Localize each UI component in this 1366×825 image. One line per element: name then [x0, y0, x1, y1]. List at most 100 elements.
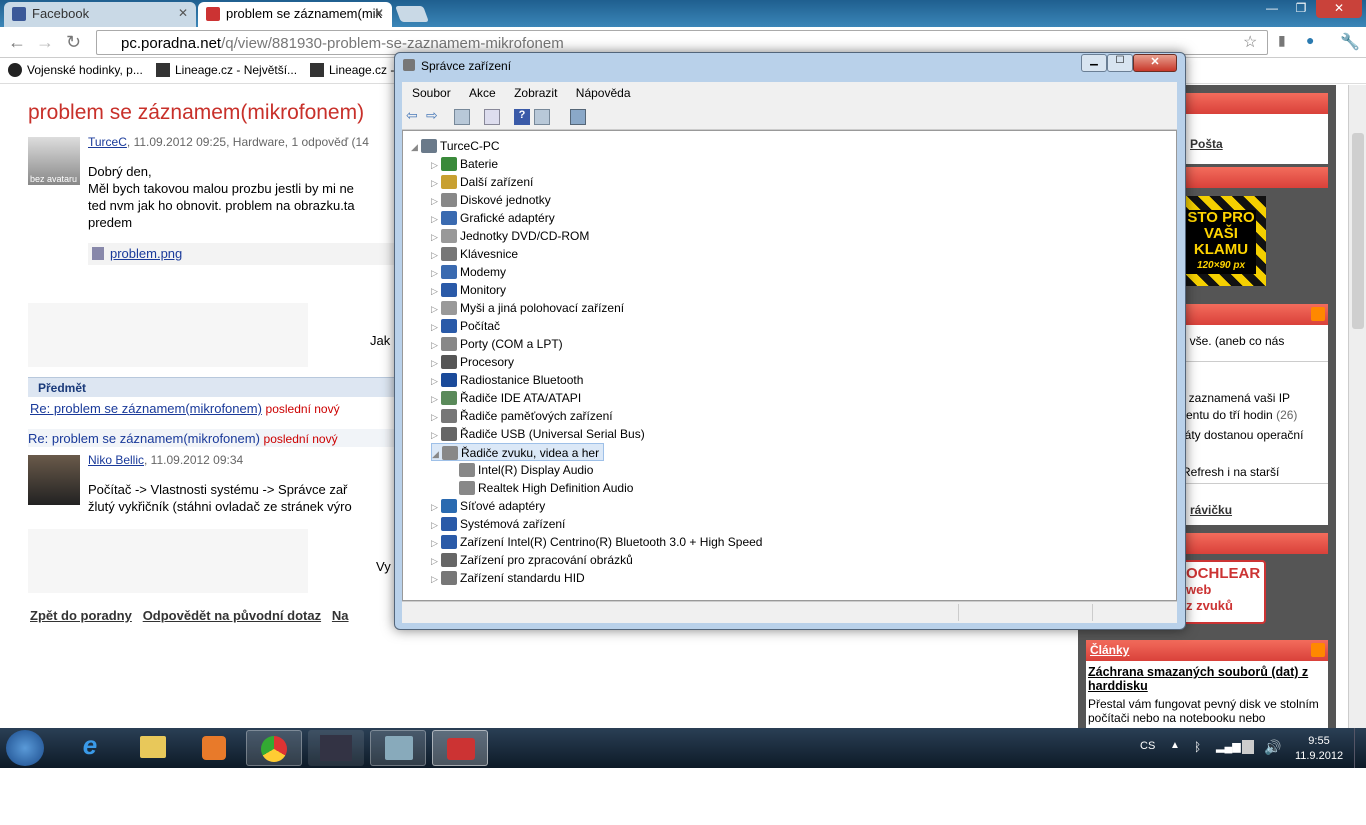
close-tab-icon[interactable]: ✕ — [178, 6, 188, 20]
tree-item[interactable]: ▷ Zařízení standardu HID — [431, 569, 585, 587]
tree-item[interactable]: ▷ Procesory — [431, 353, 514, 371]
expand-icon[interactable]: ▷ — [431, 264, 441, 282]
collapse-icon[interactable]: ◢ — [432, 445, 442, 463]
internet-explorer-icon[interactable]: e — [62, 730, 118, 766]
reply-list-item[interactable]: Re: problem se záznamem(mikrofonem) posl… — [30, 401, 340, 416]
tree-root[interactable]: ◢ TurceC-PC — [411, 137, 500, 155]
dialog-minimize-button[interactable]: ▁ — [1081, 54, 1107, 72]
tree-item-sound-controllers[interactable]: ◢ Řadiče zvuku, videa a her — [431, 443, 605, 463]
rss-icon[interactable] — [1311, 643, 1325, 657]
back-icon[interactable]: ⇦ — [406, 107, 422, 123]
show-hidden-icons[interactable]: ▲ — [1170, 740, 1180, 751]
expand-icon[interactable]: ▷ — [431, 210, 441, 228]
tree-item[interactable]: ▷ Řadiče IDE ATA/ATAPI — [431, 389, 581, 407]
close-tab-icon[interactable]: ✕ — [374, 6, 384, 20]
device-manager-taskbar-icon[interactable] — [432, 730, 488, 766]
tree-item[interactable]: ▷ Grafické adaptéry — [431, 209, 555, 227]
expand-icon[interactable]: ▷ — [431, 156, 441, 174]
back-icon[interactable]: ← — [8, 32, 26, 53]
clock[interactable]: 9:55 11.9.2012 — [1294, 734, 1344, 764]
page-scrollbar[interactable] — [1348, 85, 1366, 728]
expand-icon[interactable]: ▷ — [431, 570, 441, 588]
minimize-button[interactable]: — — [1258, 0, 1286, 18]
reload-icon[interactable]: ↻ — [66, 32, 81, 53]
mail-link[interactable]: Pošta — [1190, 137, 1223, 151]
expand-icon[interactable]: ▷ — [431, 318, 441, 336]
media-player-icon[interactable] — [186, 730, 242, 766]
expand-icon[interactable]: ▷ — [431, 498, 441, 516]
stats-icon[interactable]: ▮ — [1278, 32, 1286, 49]
tree-item[interactable]: ▷ Systémová zařízení — [431, 515, 565, 533]
scrollbar-thumb[interactable] — [1352, 133, 1364, 329]
menu-soubor[interactable]: Soubor — [412, 82, 451, 104]
close-window-button[interactable]: ✕ — [1316, 0, 1362, 18]
tree-item[interactable]: ▷ Porty (COM a LPT) — [431, 335, 563, 353]
expand-icon[interactable]: ▷ — [431, 282, 441, 300]
expand-icon[interactable]: ▷ — [431, 354, 441, 372]
bookmark-item[interactable]: Lineage.cz - Největší... — [156, 63, 297, 77]
expand-icon[interactable]: ▷ — [431, 372, 441, 390]
tree-item[interactable]: ▷ Jednotky DVD/CD-ROM — [431, 227, 589, 245]
expand-icon[interactable]: ▷ — [431, 390, 441, 408]
lineage-icon[interactable] — [308, 730, 364, 766]
expand-icon[interactable]: ▷ — [431, 300, 441, 318]
expand-icon[interactable]: ▷ — [431, 336, 441, 354]
bluetooth-tray-icon[interactable]: ᛒ — [1194, 740, 1201, 754]
signal-icon[interactable]: ▂▄▆ — [1216, 740, 1241, 753]
start-button[interactable] — [6, 730, 44, 766]
tree-item[interactable]: ▷ Radiostanice Bluetooth — [431, 371, 583, 389]
show-desktop-button[interactable] — [1354, 728, 1366, 768]
tree-item[interactable]: ▷ Síťové adaptéry — [431, 497, 545, 515]
tree-item[interactable]: ▷ Řadiče paměťových zařízení — [431, 407, 613, 425]
news-link[interactable]: rávičku — [1190, 501, 1232, 519]
bookmark-star-icon[interactable]: ☆ — [1243, 32, 1257, 52]
forward-icon[interactable]: ⇨ — [426, 107, 442, 123]
tab-problem[interactable]: problem se záznamem(mik ✕ — [198, 2, 392, 27]
expand-icon[interactable]: ▷ — [431, 408, 441, 426]
tree-item-intel-display-audio[interactable]: Intel(R) Display Audio — [459, 461, 593, 479]
author-link[interactable]: Niko Bellic — [88, 453, 144, 467]
more-link[interactable]: Na — [332, 608, 349, 623]
skype-icon[interactable]: ● — [1306, 32, 1314, 48]
tree-item[interactable]: ▷ Baterie — [431, 155, 498, 173]
attachment-link[interactable]: problem.png — [110, 246, 182, 261]
help-icon[interactable]: ? — [514, 109, 530, 125]
control-panel-icon[interactable] — [370, 730, 426, 766]
tree-item[interactable]: ▷ Řadiče USB (Universal Serial Bus) — [431, 425, 645, 443]
expand-icon[interactable]: ▷ — [431, 174, 441, 192]
forward-icon[interactable]: → — [36, 32, 54, 53]
maximize-button[interactable]: ❐ — [1288, 0, 1314, 18]
tree-item[interactable]: ▷ Zařízení pro zpracování obrázků — [431, 551, 633, 569]
article-link[interactable]: Záchrana smazaných souborů (dat) z hardd… — [1088, 665, 1326, 693]
dialog-close-button[interactable]: ✕ — [1133, 54, 1177, 72]
language-indicator[interactable]: CS — [1140, 740, 1155, 752]
back-to-forum-link[interactable]: Zpět do poradny — [30, 608, 132, 623]
expand-icon[interactable]: ▷ — [431, 192, 441, 210]
bookmark-item[interactable]: Lineage.cz - — [310, 63, 394, 77]
menu-zobrazit[interactable]: Zobrazit — [514, 82, 557, 104]
expand-icon[interactable]: ▷ — [431, 516, 441, 534]
new-tab-button[interactable] — [395, 6, 429, 22]
tree-item[interactable]: ▷ Diskové jednotky — [431, 191, 551, 209]
dialog-maximize-button[interactable]: ☐ — [1107, 54, 1133, 72]
battery-tray-icon[interactable] — [1242, 740, 1254, 754]
tree-item[interactable]: ▷ Počítač — [431, 317, 500, 335]
menu-akce[interactable]: Akce — [469, 82, 496, 104]
scan-hardware-icon[interactable] — [570, 109, 586, 125]
tree-item[interactable]: ▷ Další zařízení — [431, 173, 533, 191]
bookmark-item[interactable]: Vojenské hodinky, p... — [8, 63, 143, 77]
expand-icon[interactable]: ▷ — [431, 552, 441, 570]
reply-to-question-link[interactable]: Odpovědět na původní dotaz — [143, 608, 321, 623]
toggle-view-icon[interactable] — [534, 109, 550, 125]
tree-item[interactable]: ▷ Zařízení Intel(R) Centrino(R) Bluetooth… — [431, 533, 762, 551]
tree-item[interactable]: ▷ Klávesnice — [431, 245, 518, 263]
tab-facebook[interactable]: Facebook ✕ — [4, 2, 196, 27]
expand-icon[interactable]: ▷ — [431, 246, 441, 264]
tree-item-realtek-audio[interactable]: Realtek High Definition Audio — [459, 479, 633, 497]
explorer-icon[interactable] — [124, 730, 180, 766]
expand-icon[interactable]: ▷ — [431, 228, 441, 246]
show-hide-tree-icon[interactable] — [454, 109, 470, 125]
tree-item[interactable]: ▷ Monitory — [431, 281, 506, 299]
rss-icon[interactable] — [1311, 307, 1325, 321]
properties-icon[interactable] — [484, 109, 500, 125]
